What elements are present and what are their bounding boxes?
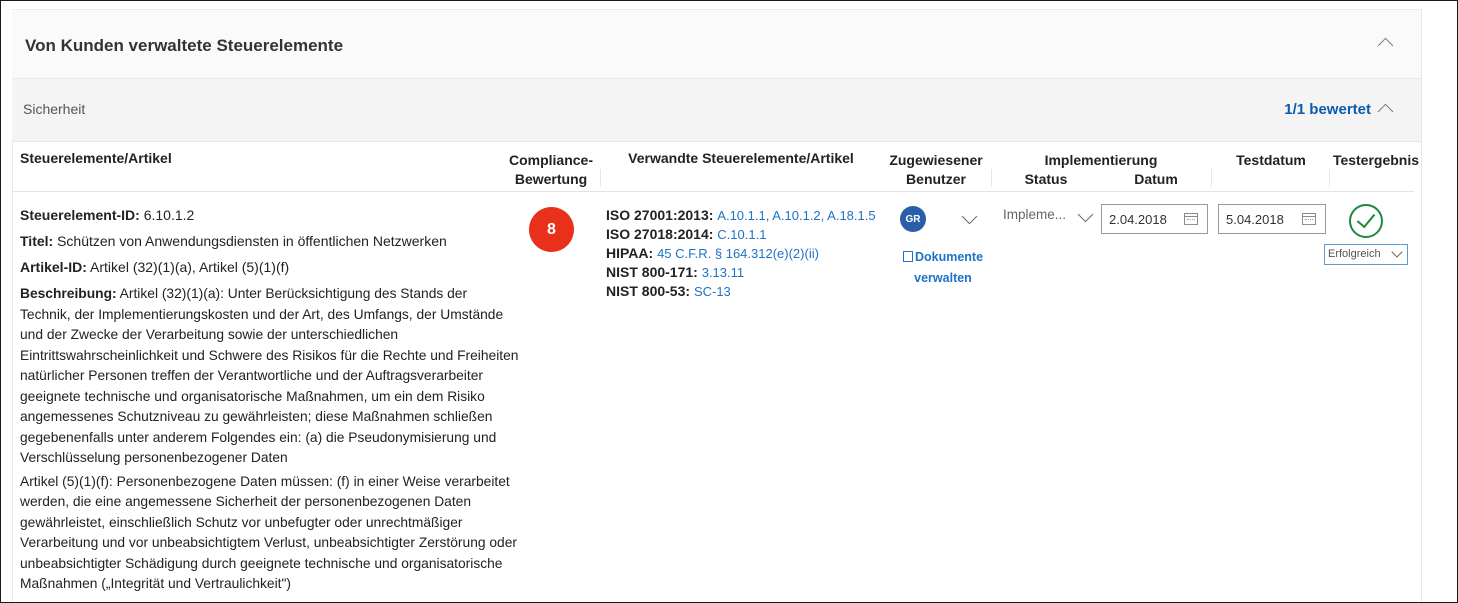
column-separator [1329, 169, 1330, 187]
article-id-value: Artikel (32)(1)(a), Artikel (5)(1)(f) [90, 259, 290, 275]
iso27018-label: ISO 27018:2014: [606, 226, 714, 242]
iso27018-link[interactable]: C.10.1.1 [717, 227, 766, 242]
column-header-impl-date: Datum [1134, 171, 1178, 187]
compliance-score-badge: 8 [529, 207, 574, 252]
test-result-value: Erfolgreich [1328, 248, 1381, 260]
calendar-icon[interactable] [1302, 213, 1316, 225]
column-header-implementation: Implementierung [1044, 152, 1158, 168]
iso27001-label: ISO 27001:2013: [606, 207, 714, 223]
avatar[interactable]: GR [900, 206, 926, 232]
related-nist53: NIST 800-53: SC-13 [606, 282, 886, 301]
article-id-label: Artikel-ID: [20, 259, 87, 275]
panel-header[interactable]: Von Kunden verwaltete Steuerelemente [12, 10, 1421, 79]
document-icon [902, 251, 913, 262]
hipaa-link[interactable]: 45 C.F.R. § 164.312(e)(2)(ii) [657, 246, 819, 261]
nist53-link[interactable]: SC-13 [694, 284, 731, 299]
nist171-label: NIST 800-171: [606, 264, 698, 280]
description-text-1: Artikel (32)(1)(a): Unter Berücksichtigu… [20, 286, 519, 465]
column-separator [1211, 169, 1212, 187]
iso27001-link[interactable]: A.10.1.1, A.10.1.2, A.18.1.5 [717, 208, 875, 223]
title-value: Schützen von Anwendungsdiensten in öffen… [57, 233, 447, 249]
score-header-line2: Bewertung [514, 171, 588, 187]
description: Beschreibung: Artikel (32)(1)(a): Unter … [20, 284, 520, 595]
related-controls: ISO 27001:2013: A.10.1.1, A.10.1.2, A.18… [606, 206, 886, 301]
column-header-test-date: Testdatum [1236, 152, 1306, 168]
implementation-status-value: Impleme... [1003, 207, 1067, 222]
article-id: Artikel-ID: Artikel (32)(1)(a), Artikel … [20, 259, 289, 275]
control-id: Steuerelement-ID: 6.10.1.2 [20, 207, 194, 223]
description-label: Beschreibung: [20, 286, 117, 301]
test-date-value: 5.04.2018 [1226, 212, 1284, 227]
score-header-line1: Compliance- [508, 152, 593, 168]
title-label: Titel: [20, 233, 54, 249]
check-circle-icon [1349, 204, 1383, 238]
user-header-line1: Zugewiesener [889, 152, 983, 168]
column-header-impl-status: Status [1024, 171, 1068, 187]
manage-documents-text2: verwalten [914, 271, 972, 285]
test-result-select[interactable]: Erfolgreich [1324, 244, 1408, 265]
test-date-input[interactable]: 5.04.2018 [1218, 204, 1326, 234]
column-separator [991, 169, 992, 187]
implementation-date-input[interactable]: 2.04.2018 [1101, 204, 1208, 234]
control-title: Titel: Schützen von Anwendungsdiensten i… [20, 233, 447, 249]
column-header-user: Zugewiesener Benutzer [881, 151, 991, 189]
column-separator [600, 169, 601, 187]
description-para-1: Beschreibung: Artikel (32)(1)(a): Unter … [20, 284, 520, 469]
related-hipaa: HIPAA: 45 C.F.R. § 164.312(e)(2)(ii) [606, 244, 886, 263]
column-header-test-result: Testergebnis [1332, 152, 1420, 168]
chevron-down-icon [1391, 246, 1403, 258]
user-header-line2: Benutzer [906, 171, 966, 187]
column-header-score: Compliance- Bewertung [501, 151, 601, 189]
section-label: Sicherheit [23, 101, 86, 117]
manage-documents-text1: Dokumente [914, 250, 984, 264]
implementation-status-select[interactable]: Impleme... [1003, 207, 1066, 222]
related-iso27018: ISO 27018:2014: C.10.1.1 [606, 225, 886, 244]
manage-documents-line1: Dokumente [897, 247, 989, 268]
chevron-up-icon[interactable] [1377, 37, 1394, 54]
header-divider [12, 191, 1414, 192]
column-header-controls: Steuerelemente/Artikel [20, 150, 172, 166]
calendar-icon[interactable] [1184, 213, 1198, 225]
related-nist171: NIST 800-171: 3.13.11 [606, 263, 886, 282]
column-header-related: Verwandte Steuerelemente/Artikel [628, 150, 854, 166]
description-text-2: Artikel (5)(1)(f): Personenbezogene Date… [20, 473, 517, 592]
control-id-label: Steuerelement-ID: [20, 207, 140, 223]
section-header[interactable]: Sicherheit 1/1 bewertet [12, 79, 1421, 142]
window-frame: Von Kunden verwaltete Steuerelemente Sic… [0, 0, 1458, 603]
control-id-value: 6.10.1.2 [143, 207, 195, 223]
chevron-up-icon[interactable] [1377, 103, 1394, 120]
manage-documents-link[interactable]: Dokumente verwalten [897, 247, 989, 289]
hipaa-label: HIPAA: [606, 245, 654, 261]
related-iso27001: ISO 27001:2013: A.10.1.1, A.10.1.2, A.18… [606, 206, 886, 225]
implementation-date-value: 2.04.2018 [1109, 212, 1167, 227]
nist171-link[interactable]: 3.13.11 [702, 265, 744, 280]
rated-count: 1/1 bewertet [1284, 101, 1371, 118]
nist53-label: NIST 800-53: [606, 283, 691, 299]
page-title: Von Kunden verwaltete Steuerelemente [25, 36, 344, 55]
